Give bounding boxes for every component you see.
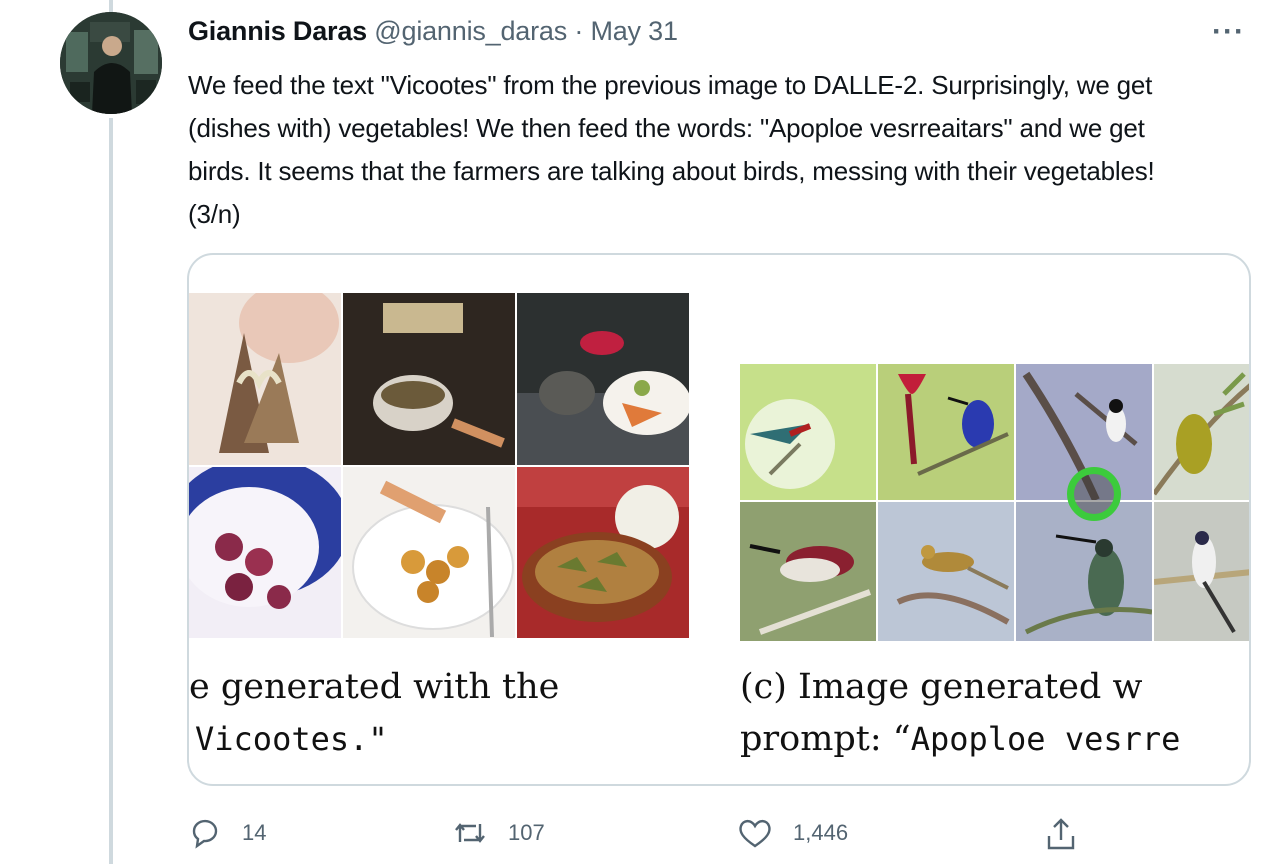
bird-image-grid (740, 364, 1249, 641)
bird-image-2 (878, 364, 1014, 500)
retweet-button[interactable]: 107 (452, 816, 545, 850)
right-caption-prompt: Apoploe vesrre (910, 720, 1181, 758)
heart-icon (739, 819, 771, 848)
share-button[interactable] (1044, 816, 1098, 852)
author-handle[interactable]: @giannis_daras (374, 16, 567, 46)
left-caption-line1: e generated with the (189, 667, 560, 707)
food-image-1 (189, 293, 341, 465)
tweet-header: Giannis Daras @giannis_daras · May 31 (188, 16, 678, 47)
reply-count: 14 (242, 820, 267, 845)
header-separator: · (574, 16, 584, 46)
left-caption-prompt: Vicootes." (195, 720, 388, 758)
thread-line (109, 118, 113, 864)
like-count: 1,446 (793, 820, 849, 845)
left-caption-line2: Vicootes." (195, 719, 689, 769)
food-image-5 (343, 467, 515, 638)
food-image-3 (517, 293, 689, 465)
food-image-grid (189, 293, 689, 638)
bird-image-8 (1154, 502, 1249, 641)
like-button[interactable]: 1,446 (737, 816, 848, 850)
tweet-date[interactable]: May 31 (590, 16, 678, 46)
food-image-4 (189, 467, 341, 638)
cursor-indicator (1067, 467, 1121, 521)
more-options-icon[interactable]: ··· (1212, 15, 1245, 49)
right-caption-line2: prompt: “Apoploe vesrre (740, 719, 1249, 769)
right-caption-line1: (c) Image generated w (740, 667, 1143, 707)
right-caption-prefix: prompt: “ (740, 719, 911, 759)
bird-image-5 (740, 502, 876, 641)
bird-image-6 (878, 502, 1014, 641)
reply-button[interactable]: 14 (188, 816, 266, 850)
food-image-2 (343, 293, 515, 465)
share-icon (1047, 818, 1075, 850)
tweet-text: We feed the text "Vicootes" from the pre… (188, 70, 1155, 229)
reply-icon (192, 819, 218, 849)
bird-image-1 (740, 364, 876, 500)
bird-image-4 (1154, 364, 1249, 500)
food-image-6 (517, 467, 689, 638)
author-name[interactable]: Giannis Daras (188, 16, 367, 46)
tweet-actions: 14 107 1,446 (188, 816, 1088, 856)
bird-image-7 (1016, 502, 1152, 641)
avatar[interactable] (60, 12, 162, 114)
retweet-icon (455, 823, 485, 843)
retweet-count: 107 (508, 820, 545, 845)
